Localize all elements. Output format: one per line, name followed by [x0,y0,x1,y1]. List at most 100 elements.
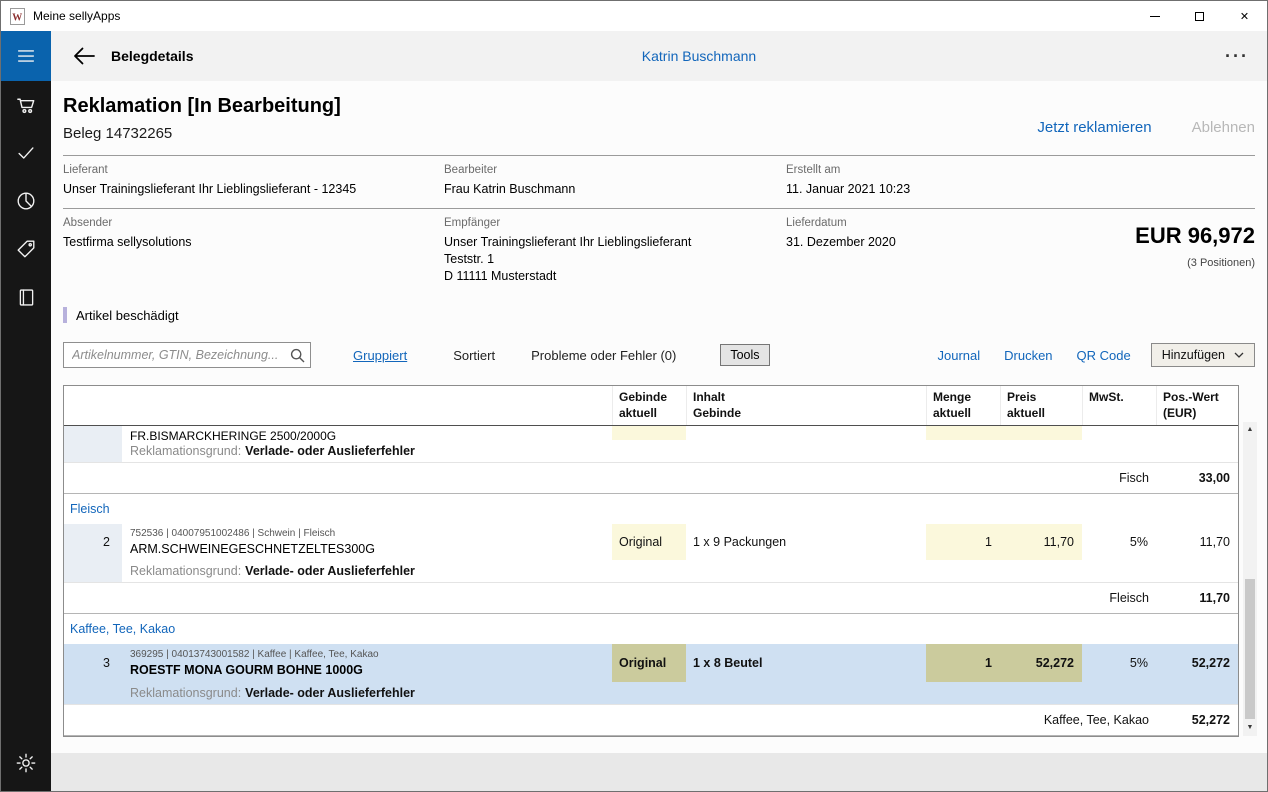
lieferant-value: Unser Trainingslieferant Ihr Lieblingsli… [63,181,444,198]
menge-cell [926,426,1000,440]
empfaenger-value: Unser Trainingslieferant Ihr Lieblingsli… [444,234,786,285]
scroll-up-icon[interactable]: ▲ [1243,423,1257,437]
article-name: ROESTF MONA GOURM BOHNE 1000G [130,663,604,677]
gruppiert-toggle[interactable]: Gruppiert [353,348,407,363]
bearbeiter-value: Frau Katrin Buschmann [444,181,786,198]
article-row[interactable]: FR.BISMARCKHERINGE 2500/2000G [64,426,1238,440]
article-name: FR.BISMARCKHERINGE 2500/2000G [130,430,604,440]
arrow-left-icon [73,47,95,65]
footer-strip [51,753,1267,791]
article-row[interactable]: 2752536 | 04007951002486 | Schwein | Fle… [64,524,1238,560]
col-header-preis: Preis aktuell [1000,386,1082,425]
document-title: Reklamation [In Bearbeitung] [63,95,341,118]
group-subtotal-row: Kaffee, Tee, Kakao52,272 [64,705,1238,736]
probleme-filter[interactable]: Probleme oder Fehler (0) [531,348,676,363]
minimize-icon [1150,16,1160,17]
sortiert-toggle[interactable]: Sortiert [453,348,495,363]
scrollbar-thumb[interactable] [1245,579,1255,719]
sidebar-item-cart[interactable] [1,81,51,129]
table-wrap: Gebinde aktuell Inhalt Gebinde Menge akt… [63,385,1257,737]
subtotal-value: 33,00 [1156,463,1238,493]
reason-cell: Reklamationsgrund:Verlade- oder Ausliefe… [122,560,1238,582]
hamburger-menu-icon [15,45,37,67]
row-index-cell [64,440,122,462]
more-options-icon[interactable]: ··· [1225,46,1249,67]
reason-cell: Reklamationsgrund:Verlade- oder Ausliefe… [122,682,1238,704]
inhalt-cell [686,426,926,440]
subtotal-label: Fisch [64,463,1156,493]
app-logo-icon: W [10,8,25,25]
table-header-row: Gebinde aktuell Inhalt Gebinde Menge akt… [64,386,1238,426]
sidebar-item-tasks[interactable] [1,129,51,177]
menge-cell: 1 [926,524,1000,560]
app-header: Belegdetails Katrin Buschmann ··· [51,31,1267,81]
status-note-bar [63,307,67,323]
row-index-cell [64,682,122,704]
gear-icon [15,752,37,774]
search-input[interactable] [63,342,311,368]
minimize-button[interactable] [1132,1,1177,31]
inhalt-cell: 1 x 8 Beutel [686,644,926,682]
page-title: Belegdetails [111,48,193,64]
wert-cell: 52,272 [1156,644,1238,682]
maximize-button[interactable] [1177,1,1222,31]
group-header-row[interactable]: Kaffee, Tee, Kakao [64,614,1238,644]
close-button[interactable]: ✕ [1222,1,1267,31]
user-name-link[interactable]: Katrin Buschmann [642,48,756,64]
preis-cell: 52,272 [1000,644,1082,682]
col-header-article [122,386,612,425]
qr-code-link[interactable]: QR Code [1077,348,1131,363]
titlebar: W Meine sellyApps ✕ [1,1,1267,31]
reason-row: Reklamationsgrund:Verlade- oder Ausliefe… [64,440,1238,463]
lieferdatum-label: Lieferdatum [786,217,1135,229]
status-note-text: Artikel beschädigt [76,308,179,323]
scroll-down-icon[interactable]: ▼ [1243,721,1257,735]
subtotal-value: 11,70 [1156,583,1238,613]
group-label: Kaffee, Tee, Kakao [64,614,1238,644]
search-icon[interactable] [290,348,305,366]
journal-link[interactable]: Journal [937,348,980,363]
col-header-gebinde: Gebinde aktuell [612,386,686,425]
hinzufuegen-button[interactable]: Hinzufügen [1151,343,1255,367]
reclaim-now-button[interactable]: Jetzt reklamieren [1037,119,1151,136]
bearbeiter-label: Bearbeiter [444,164,786,176]
sidebar-item-statistics[interactable] [1,177,51,225]
maximize-icon [1195,12,1204,21]
back-button[interactable] [73,47,95,65]
article-cell: 752536 | 04007951002486 | Schwein | Flei… [122,524,612,560]
shopping-cart-icon [15,94,38,117]
info-row-1: Lieferant Unser Trainingslieferant Ihr L… [63,156,1255,208]
absender-value: Testfirma sellysolutions [63,234,444,251]
preis-cell: 11,70 [1000,524,1082,560]
hinzufuegen-label: Hinzufügen [1162,348,1225,362]
row-index-cell [64,560,122,582]
content-area: Reklamation [In Bearbeitung] Beleg 14732… [51,81,1267,753]
wert-cell: 11,70 [1156,524,1238,560]
col-header-mwst: MwSt. [1082,386,1156,425]
mwst-cell [1082,426,1156,440]
sidebar-item-settings[interactable] [1,741,51,785]
sidebar-item-menu[interactable] [1,31,51,81]
row-index [64,426,122,440]
sidebar-item-journal[interactable] [1,273,51,321]
reject-button[interactable]: Ablehnen [1192,119,1255,136]
chevron-down-icon [1234,352,1244,358]
checkmark-icon [15,142,37,164]
window-title: Meine sellyApps [33,9,120,23]
mwst-cell: 5% [1082,524,1156,560]
table-scrollbar[interactable]: ▲ ▼ [1243,422,1257,736]
drucken-link[interactable]: Drucken [1004,348,1052,363]
reason-cell: Reklamationsgrund:Verlade- oder Ausliefe… [122,440,1238,462]
tools-button[interactable]: Tools [720,344,769,366]
reason-value: Verlade- oder Auslieferfehler [245,444,415,458]
position-count: (3 Positionen) [1135,257,1255,269]
reason-row: Reklamationsgrund:Verlade- oder Ausliefe… [64,560,1238,583]
col-header-menge: Menge aktuell [926,386,1000,425]
group-header-row[interactable]: Fleisch [64,494,1238,524]
sidebar-item-prices[interactable] [1,225,51,273]
total-amount: EUR 96,972 [1135,223,1255,249]
article-row[interactable]: 3369295 | 04013743001582 | Kaffee | Kaff… [64,644,1238,682]
group-subtotal-row: Fisch33,00 [64,463,1238,494]
gebinde-cell: Original [612,524,686,560]
article-meta: 369295 | 04013743001582 | Kaffee | Kaffe… [130,649,604,661]
